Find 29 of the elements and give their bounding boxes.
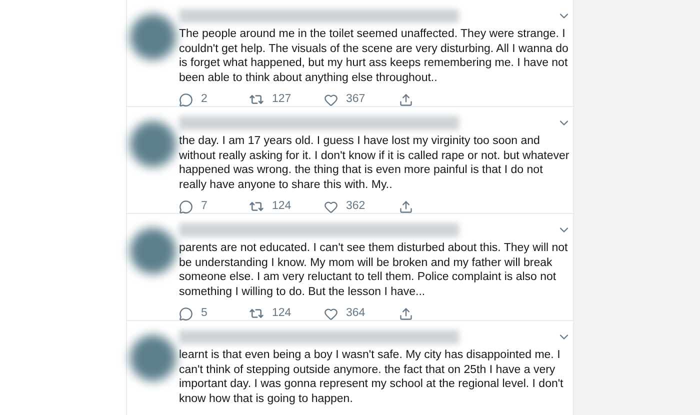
reply-button[interactable]: 5 bbox=[179, 305, 249, 322]
avatar-placeholder bbox=[130, 121, 176, 167]
speech-bubble-icon bbox=[179, 92, 193, 107]
avatar-placeholder bbox=[130, 228, 176, 274]
heart-icon bbox=[324, 306, 338, 321]
share-icon bbox=[399, 92, 413, 107]
heart-icon bbox=[324, 200, 338, 214]
heart-icon bbox=[324, 92, 338, 107]
tweet-text: The people around me in the toilet seemed unaffected. They were strange. I couldn't get help. The visuals of the scene are very disturbing. All I wanna do is forget what happened, but my hurt ass keeps remembering me. I have not been able to think about anything else throughout.. bbox=[179, 27, 570, 85]
like-button[interactable]: 367 bbox=[324, 91, 399, 108]
reply-button[interactable]: 2 bbox=[179, 91, 249, 108]
share-button[interactable] bbox=[399, 92, 413, 107]
like-button[interactable]: 364 bbox=[324, 305, 399, 322]
share-icon bbox=[399, 200, 413, 214]
retweet-button[interactable]: 124 bbox=[249, 305, 324, 322]
tweet-text: the day. I am 17 years old. I guess I have lost my virginity too soon and without really asking for it. I don't know if it is called rape or not. but whatever happened was wrong. the thing that is even more painful is that I do not really have anyone to share this with. My.. bbox=[179, 134, 570, 192]
share-button[interactable] bbox=[399, 306, 413, 321]
avatar-placeholder bbox=[130, 14, 176, 60]
share-icon bbox=[399, 306, 413, 321]
retweet-button[interactable]: 127 bbox=[249, 91, 324, 108]
like-button[interactable]: 362 bbox=[324, 198, 399, 216]
retweet-button[interactable]: 124 bbox=[249, 198, 324, 216]
speech-bubble-icon bbox=[179, 200, 193, 214]
share-button[interactable] bbox=[399, 200, 413, 214]
reply-button[interactable]: 7 bbox=[179, 198, 249, 216]
speech-bubble-icon bbox=[179, 306, 193, 321]
tweet-text: parents are not educated. I can't see them disturbed about this. They will not be understanding I know. My mom will be broken and my father will break someone else. I am very reluctant to tell them. Police complaint is also not something I willing to do. But the lesson I have... bbox=[179, 241, 569, 299]
avatar-placeholder bbox=[130, 335, 176, 381]
tweet-text: learnt is that even being a boy I wasn't safe. My city has disappointed me. I can't think of stepping outside anymore. the fact that on 25th I have a very important day. I was gonna represent my school at the regional level. I don't know how that is going to happen. bbox=[179, 348, 564, 406]
